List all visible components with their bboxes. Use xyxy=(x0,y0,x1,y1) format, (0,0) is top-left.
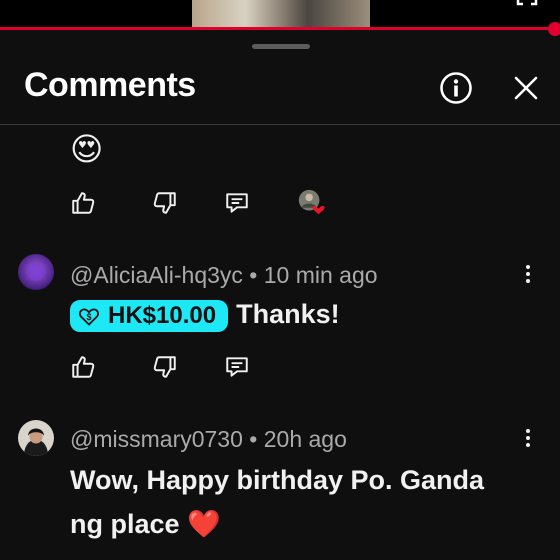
dislike-button[interactable] xyxy=(150,188,180,218)
meta-separator: • xyxy=(249,426,258,452)
header-divider xyxy=(0,124,560,125)
thumbs-up-icon xyxy=(72,192,95,214)
comment-menu-button[interactable] xyxy=(516,426,540,450)
thumbs-down-icon xyxy=(153,192,176,214)
svg-text:$: $ xyxy=(86,312,91,322)
kebab-dot xyxy=(526,436,530,440)
comment-meta: @AliciaAli-hq3yc • 10 min ago xyxy=(70,262,378,289)
info-button[interactable] xyxy=(436,68,476,108)
comments-header: Comments xyxy=(0,56,560,124)
kebab-dot xyxy=(526,443,530,447)
comment-text-line-2: ng place ❤️ xyxy=(70,502,484,546)
avatar-image xyxy=(18,254,54,290)
avatar[interactable] xyxy=(18,254,54,290)
info-icon xyxy=(440,72,472,104)
heart-emoji: ❤️ xyxy=(187,509,221,539)
comment-time: 10 min ago xyxy=(263,262,378,288)
comment-text: Thanks! xyxy=(236,299,340,329)
progress-scrubber[interactable] xyxy=(548,22,560,36)
thumbs-up-icon xyxy=(72,356,95,378)
comment-body: $ HK$10.00 Thanks! xyxy=(70,292,340,336)
video-player-strip[interactable] xyxy=(0,0,560,28)
fullscreen-icon[interactable] xyxy=(516,0,538,8)
comment-menu-button[interactable] xyxy=(516,262,540,286)
reply-button[interactable] xyxy=(222,352,252,382)
creator-heart-icon xyxy=(298,189,325,215)
thumbs-down-icon xyxy=(153,356,176,378)
like-button[interactable] xyxy=(68,188,98,218)
super-chat-badge: $ HK$10.00 xyxy=(70,299,229,332)
comment-body: Wow, Happy birthday Po. Ganda ng place ❤… xyxy=(70,458,484,546)
like-button[interactable] xyxy=(68,352,98,382)
comment-meta: @missmary0730 • 20h ago xyxy=(70,426,347,453)
kebab-dot xyxy=(526,265,530,269)
page-title: Comments xyxy=(24,66,196,104)
comment-text-line: Wow, Happy birthday Po. Ganda xyxy=(70,465,485,495)
video-frame xyxy=(192,0,370,28)
close-button[interactable] xyxy=(506,68,546,108)
reply-icon xyxy=(226,193,248,213)
creator-heart xyxy=(296,188,326,218)
comment-author[interactable]: @missmary0730 xyxy=(70,426,243,452)
drag-handle[interactable] xyxy=(252,44,310,49)
kebab-dot xyxy=(526,272,530,276)
meta-separator: • xyxy=(249,262,258,288)
avatar-image xyxy=(18,420,54,456)
super-chat-amount: HK$10.00 xyxy=(108,301,217,329)
close-icon xyxy=(514,76,538,100)
kebab-dot xyxy=(526,279,530,283)
dislike-button[interactable] xyxy=(150,352,180,382)
comment-text-line: ng place xyxy=(70,509,180,539)
comment-time: 20h ago xyxy=(263,426,347,452)
kebab-dot xyxy=(526,429,530,433)
reply-button[interactable] xyxy=(222,188,252,218)
comment-author[interactable]: @AliciaAli-hq3yc xyxy=(70,262,243,288)
video-progress-bar[interactable] xyxy=(0,22,560,36)
avatar[interactable] xyxy=(18,420,54,456)
comment-emoji: 😍 xyxy=(70,131,104,167)
reply-icon xyxy=(226,357,248,377)
super-thanks-icon: $ xyxy=(79,308,99,326)
